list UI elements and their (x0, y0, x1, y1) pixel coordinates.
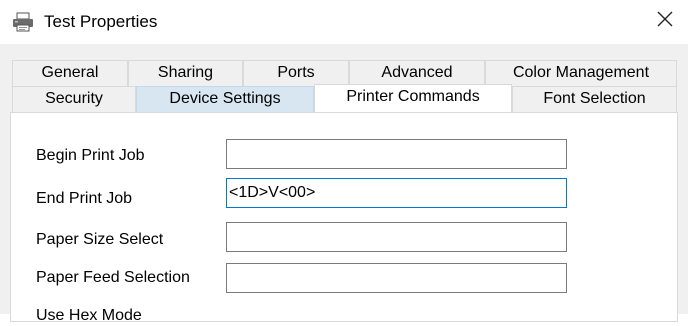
end-print-job-label: End Print Job (36, 190, 133, 207)
paper-size-select-label: Paper Size Select (36, 231, 164, 248)
begin-print-job-input[interactable] (226, 139, 567, 169)
hex-mode-label: Use Hex Mode (36, 307, 142, 324)
tab-device-settings[interactable]: Device Settings (136, 86, 314, 112)
tab-color-management[interactable]: Color Management (485, 60, 677, 86)
tab-security[interactable]: Security (12, 86, 136, 112)
close-button[interactable] (652, 8, 678, 34)
tab-printer-commands[interactable]: Printer Commands (314, 84, 512, 112)
tab-font-selection[interactable]: Font Selection (512, 86, 677, 112)
end-print-job-input[interactable] (226, 178, 567, 208)
window-title: Test Properties (44, 12, 158, 31)
tab-general[interactable]: General (12, 60, 128, 86)
tab-sharing[interactable]: Sharing (128, 60, 243, 86)
title-bar: Test Properties (0, 0, 688, 44)
paper-feed-selection-input[interactable] (226, 263, 567, 293)
paper-feed-selection-label: Paper Feed Selection (36, 269, 190, 286)
tab-advanced[interactable]: Advanced (349, 60, 485, 86)
printer-icon (12, 12, 34, 32)
close-icon (656, 10, 674, 33)
begin-print-job-label: Begin Print Job (36, 147, 145, 164)
tab-ports[interactable]: Ports (243, 60, 349, 86)
paper-size-select-input[interactable] (226, 222, 567, 252)
